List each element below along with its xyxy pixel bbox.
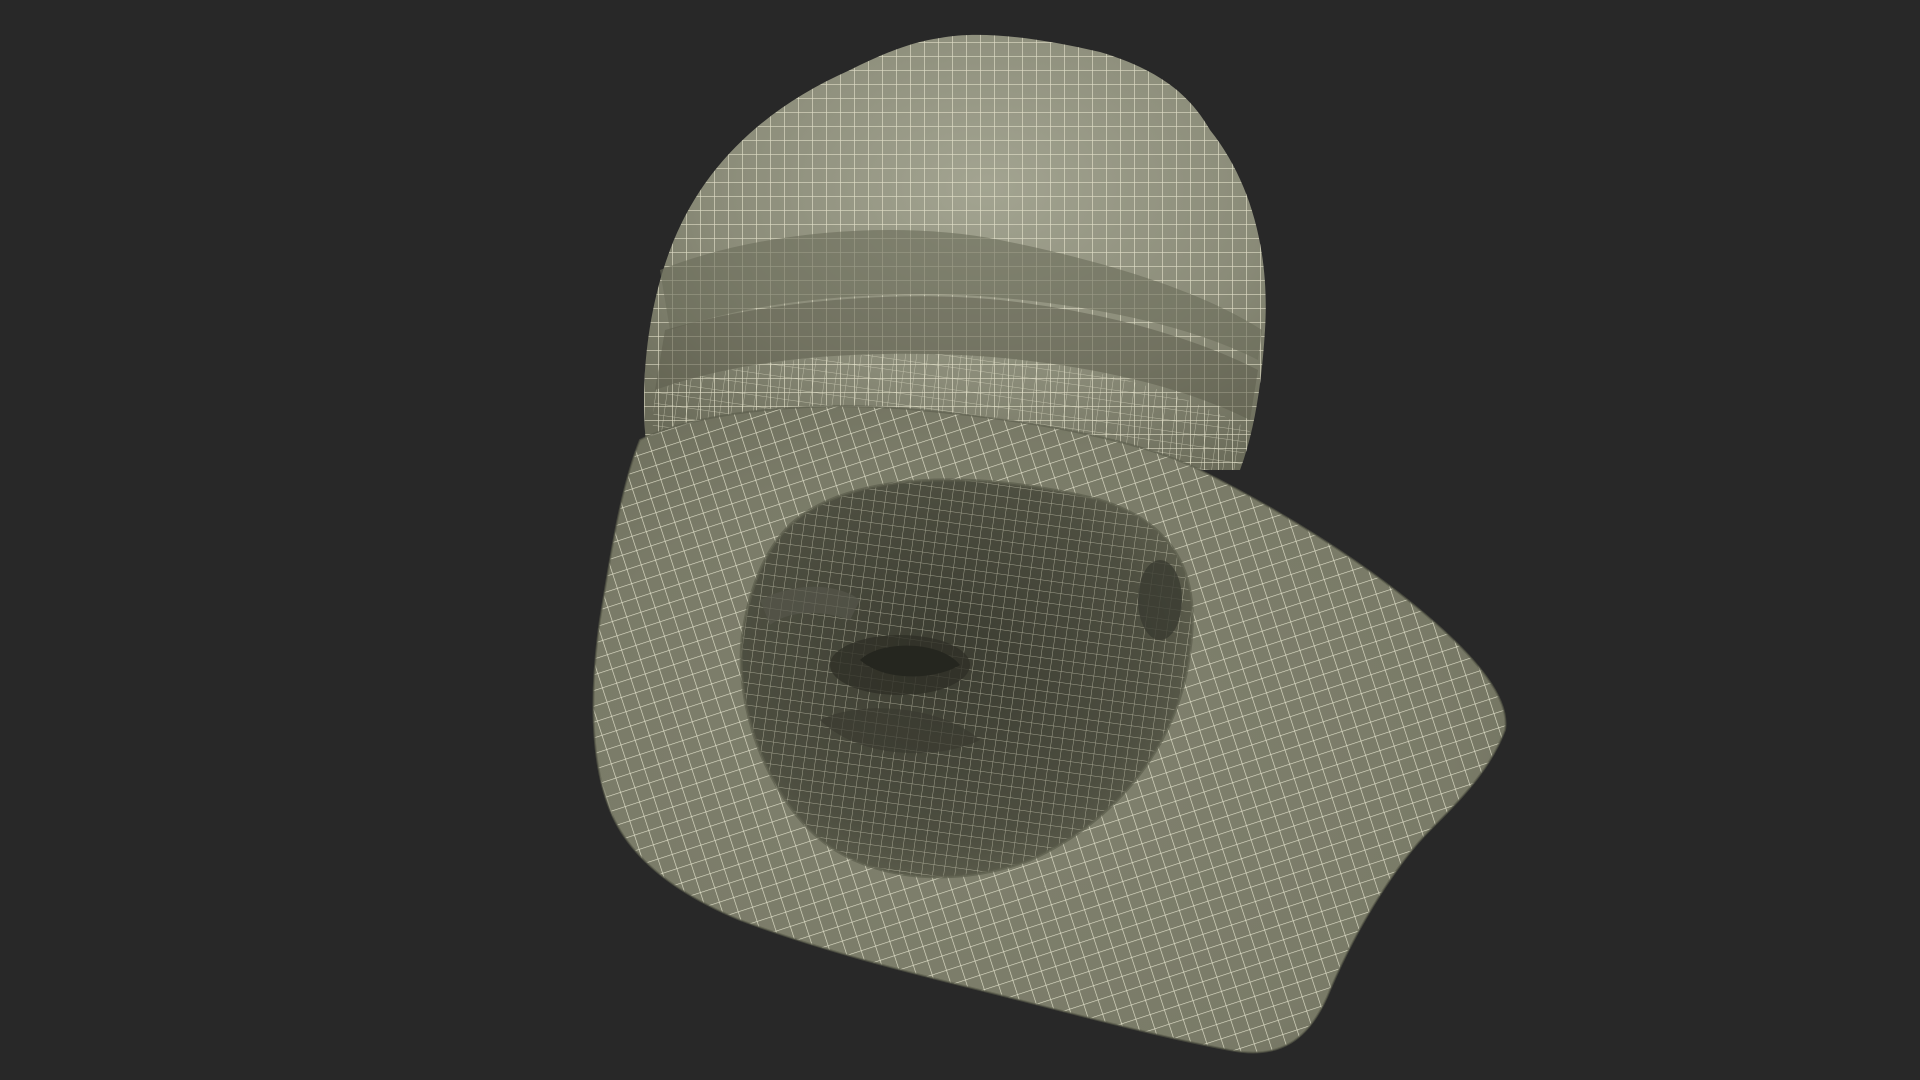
viewport	[0, 0, 1920, 1080]
hood-cap	[644, 34, 1266, 470]
wireframe-render	[592, 34, 1507, 1054]
